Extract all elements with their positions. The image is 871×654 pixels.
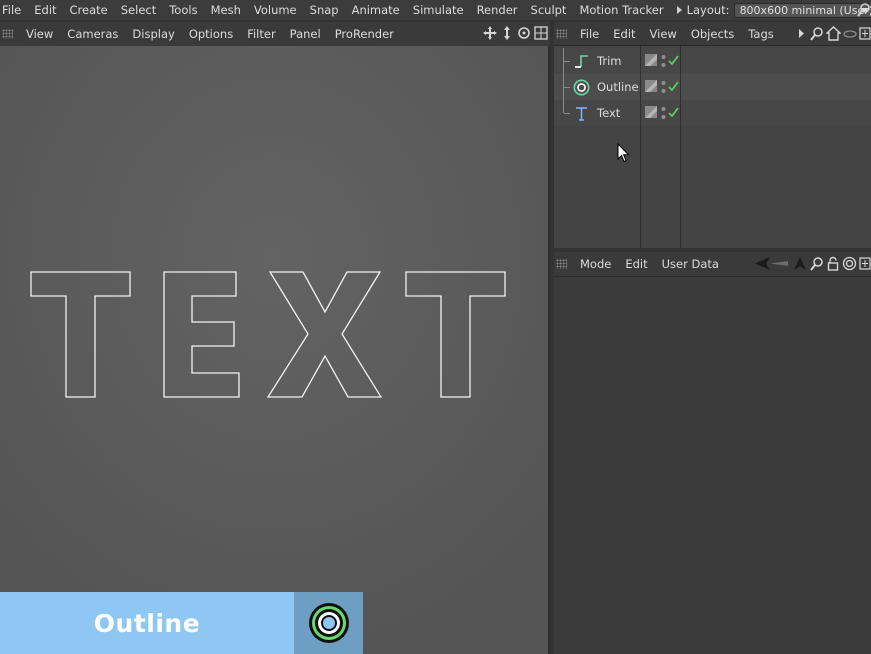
tree-branch xyxy=(563,100,571,114)
outline-spline-icon xyxy=(573,79,590,96)
viewport-menu-filter[interactable]: Filter xyxy=(240,27,282,41)
menu-snap[interactable]: Snap xyxy=(304,0,346,20)
rotate-view-icon[interactable] xyxy=(517,26,531,40)
menu-create[interactable]: Create xyxy=(64,0,115,20)
outline-target-icon xyxy=(308,603,349,643)
column-divider[interactable] xyxy=(640,46,641,248)
viewport-menu-panel[interactable]: Panel xyxy=(283,27,328,41)
object-name: Trim xyxy=(597,54,622,68)
banner-label: Outline xyxy=(93,608,201,638)
visibility-dots-icon[interactable] xyxy=(661,79,666,95)
scene-text-outline xyxy=(0,46,548,654)
om-menu-tags[interactable]: Tags xyxy=(741,27,780,41)
viewport-menu-prorender[interactable]: ProRender xyxy=(328,27,401,41)
object-list: Trim Outline Text xyxy=(554,46,871,248)
om-menu-view[interactable]: View xyxy=(643,27,684,41)
enabled-check-icon[interactable] xyxy=(668,80,679,92)
back-arrow-icon[interactable] xyxy=(754,256,790,271)
zoom-view-icon[interactable] xyxy=(500,26,514,40)
object-name: Text xyxy=(597,106,621,120)
tree-branch xyxy=(563,74,571,100)
viewport-menu-options[interactable]: Options xyxy=(182,27,240,41)
column-divider[interactable] xyxy=(680,46,681,248)
om-menu-edit[interactable]: Edit xyxy=(606,27,642,41)
menu-sculpt[interactable]: Sculpt xyxy=(525,0,574,20)
menu-file[interactable]: File xyxy=(0,0,28,20)
menu-animate[interactable]: Animate xyxy=(346,0,407,20)
viewport-nav-tools xyxy=(483,26,548,40)
toggle-view-icon[interactable] xyxy=(534,26,548,40)
am-menu-edit[interactable]: Edit xyxy=(618,257,654,271)
panel-grip-icon[interactable] xyxy=(556,259,567,269)
triangle-right-icon xyxy=(676,6,682,14)
attribute-manager-panel: Mode Edit User Data xyxy=(554,252,871,654)
layout-dropdown[interactable]: 800x600 minimal (User) xyxy=(733,2,871,18)
new-panel-icon[interactable] xyxy=(859,26,871,41)
om-menu-file[interactable]: File xyxy=(573,27,606,41)
enabled-check-icon[interactable] xyxy=(668,54,679,66)
layout-dropdown-value: 800x600 minimal (User) xyxy=(739,3,871,17)
viewport-menu-display[interactable]: Display xyxy=(125,27,181,41)
search-icon[interactable] xyxy=(857,2,871,18)
main-menubar: File Edit Create Select Tools Mesh Volum… xyxy=(0,0,871,20)
search-icon[interactable] xyxy=(810,256,824,271)
filter-icon[interactable] xyxy=(843,26,857,41)
visibility-dots-icon[interactable] xyxy=(661,53,666,69)
object-row-text[interactable]: Text xyxy=(554,100,871,126)
panel-grip-icon[interactable] xyxy=(2,29,13,39)
panel-grip-icon[interactable] xyxy=(556,28,567,39)
am-menu-user-data[interactable]: User Data xyxy=(655,257,726,271)
tree-branch xyxy=(563,48,571,74)
layout-label: Layout: xyxy=(676,3,730,17)
menu-tools[interactable]: Tools xyxy=(163,0,204,20)
trim-spline-icon xyxy=(575,55,588,68)
object-row-outline[interactable]: Outline xyxy=(554,74,871,100)
menu-mesh[interactable]: Mesh xyxy=(205,0,248,20)
new-panel-icon[interactable] xyxy=(859,256,871,271)
menu-select[interactable]: Select xyxy=(115,0,163,20)
viewport-menubar: View Cameras Display Options Filter Pane… xyxy=(0,22,550,46)
layer-visibility-icon[interactable] xyxy=(645,54,657,66)
om-tools xyxy=(796,26,871,41)
object-name: Outline xyxy=(597,80,639,94)
layer-visibility-icon[interactable] xyxy=(645,106,657,118)
home-icon[interactable] xyxy=(826,26,841,41)
menu-simulate[interactable]: Simulate xyxy=(407,0,471,20)
am-tools xyxy=(754,256,871,271)
attribute-manager-menubar: Mode Edit User Data xyxy=(554,252,871,277)
menu-motion-tracker[interactable]: Motion Tracker xyxy=(573,0,670,20)
layer-visibility-icon[interactable] xyxy=(645,80,657,92)
om-menu-objects[interactable]: Objects xyxy=(684,27,741,41)
text-spline-icon xyxy=(576,107,587,121)
viewport-menu-view[interactable]: View xyxy=(19,27,60,41)
move-view-icon[interactable] xyxy=(483,26,497,40)
menu-render[interactable]: Render xyxy=(471,0,525,20)
target-icon[interactable] xyxy=(842,256,857,271)
viewport-panel: View Cameras Display Options Filter Pane… xyxy=(0,22,550,654)
layout-label-text: Layout: xyxy=(686,3,730,17)
am-menu-mode[interactable]: Mode xyxy=(573,257,618,271)
menu-volume[interactable]: Volume xyxy=(248,0,304,20)
search-icon[interactable] xyxy=(810,26,824,41)
banner-icon-box xyxy=(294,592,363,654)
mouse-cursor-icon xyxy=(617,143,630,163)
enabled-check-icon[interactable] xyxy=(668,106,679,118)
object-manager-panel: File Edit View Objects Tags Trim Outline… xyxy=(554,22,871,248)
viewport-canvas[interactable]: Outline xyxy=(0,46,548,654)
up-arrow-icon[interactable] xyxy=(792,256,808,271)
triangle-right-icon[interactable] xyxy=(796,26,808,41)
object-row-trim[interactable]: Trim xyxy=(554,48,871,74)
attribute-content xyxy=(554,277,871,654)
menu-edit[interactable]: Edit xyxy=(28,0,63,20)
visibility-dots-icon[interactable] xyxy=(661,105,666,121)
lock-icon[interactable] xyxy=(826,256,840,271)
object-manager-menubar: File Edit View Objects Tags xyxy=(554,22,871,46)
outline-banner: Outline xyxy=(0,592,363,654)
viewport-menu-cameras[interactable]: Cameras xyxy=(60,27,125,41)
